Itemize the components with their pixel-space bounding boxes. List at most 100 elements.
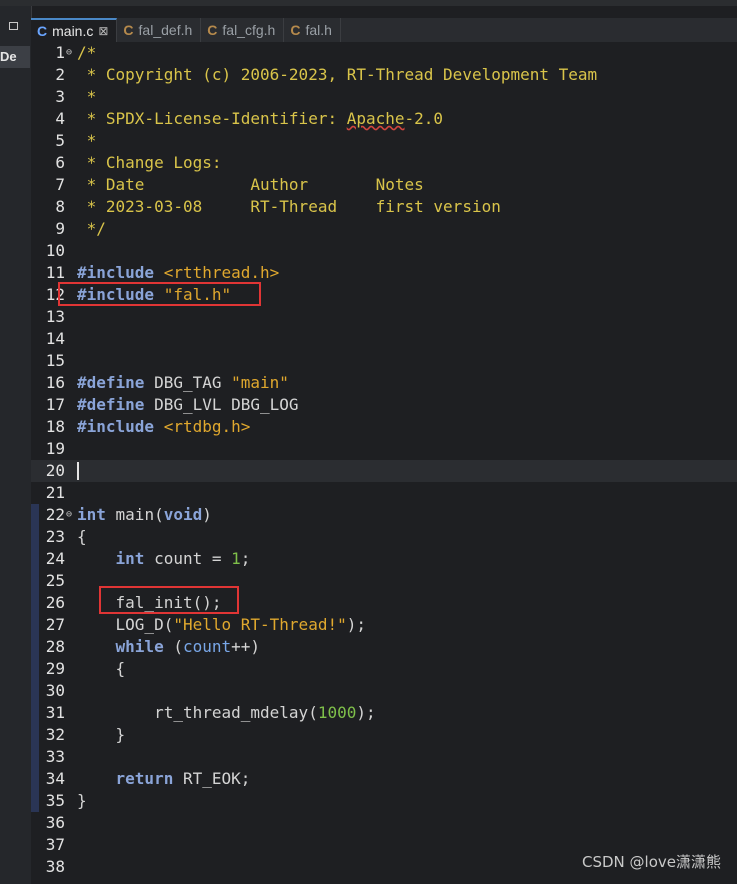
code-line[interactable]: 21: [31, 482, 737, 504]
code-text: }: [77, 791, 87, 810]
line-number: 32: [45, 725, 65, 744]
tab-main-c[interactable]: Cmain.c ⊠: [31, 18, 118, 42]
code-line[interactable]: 20: [31, 460, 737, 482]
code-line[interactable]: 4 * SPDX-License-Identifier: Apache-2.0: [31, 108, 737, 130]
line-number: 20: [45, 461, 65, 480]
code-line[interactable]: 1 ⊖ /*: [31, 42, 737, 64]
code-line[interactable]: 10: [31, 240, 737, 262]
line-number: 1: [55, 43, 65, 62]
line-number: 11: [45, 263, 65, 282]
tab-label: main.c: [52, 23, 94, 39]
code-line[interactable]: 24 int count = 1;: [31, 548, 737, 570]
code-line[interactable]: 22 ⊖ int main(void): [31, 504, 737, 526]
fold-icon[interactable]: ⊖: [66, 504, 72, 526]
minimize-icon[interactable]: [9, 22, 18, 30]
line-number: 37: [45, 835, 65, 854]
code-text: * SPDX-License-Identifier: Apache-2.0: [77, 109, 444, 128]
tab-fal_def-h[interactable]: Cfal_def.h: [117, 18, 202, 42]
line-number: 4: [55, 109, 65, 128]
watermark: CSDN @love潇潇熊: [582, 853, 721, 871]
code-line[interactable]: 31 rt_thread_mdelay(1000);: [31, 702, 737, 724]
code-text: */: [77, 219, 106, 238]
code-line[interactable]: 13: [31, 306, 737, 328]
code-text: #include <rtdbg.h>: [77, 417, 251, 436]
tab-label: fal.h: [305, 22, 332, 38]
code-text: * Date Author Notes: [77, 175, 424, 194]
code-editor[interactable]: 1 ⊖/* 2 * Copyright (c) 2006-2023, RT-Thre…: [31, 42, 737, 884]
code-line[interactable]: 29 {: [31, 658, 737, 680]
c-file-icon: C: [37, 23, 48, 39]
code-line[interactable]: 3 *: [31, 86, 737, 108]
line-number: 8: [55, 197, 65, 216]
left-panel: De: [0, 6, 32, 884]
panel-label[interactable]: De: [0, 46, 30, 68]
line-number: 31: [45, 703, 65, 722]
code-text: * Change Logs:: [77, 153, 222, 172]
tab-label: fal_cfg.h: [222, 22, 276, 38]
line-number: 34: [45, 769, 65, 788]
line-number: 16: [45, 373, 65, 392]
editor-tabs: Cmain.c ⊠ Cfal_def.h Cfal_cfg.h Cfal.h: [31, 18, 737, 42]
code-text: #include <rtthread.h>: [77, 263, 280, 282]
code-line[interactable]: 19: [31, 438, 737, 460]
code-line[interactable]: 34 return RT_EOK;: [31, 768, 737, 790]
c-file-icon: C: [207, 22, 218, 38]
code-text: #define DBG_LVL DBG_LOG: [77, 395, 299, 414]
code-line[interactable]: 33: [31, 746, 737, 768]
line-number: 33: [45, 747, 65, 766]
line-number: 38: [45, 857, 65, 876]
line-number: 2: [55, 65, 65, 84]
code-text: while (count++): [115, 637, 261, 656]
code-text: LOG_D("Hello RT-Thread!");: [77, 615, 366, 634]
code-line[interactable]: 6 * Change Logs:: [31, 152, 737, 174]
line-number: 6: [55, 153, 65, 172]
code-line[interactable]: 23 {: [31, 526, 737, 548]
code-line[interactable]: 16 #define DBG_TAG "main": [31, 372, 737, 394]
code-line[interactable]: 7 * Date Author Notes: [31, 174, 737, 196]
code-text: int main(void): [77, 505, 212, 524]
code-text: #define DBG_TAG "main": [77, 373, 289, 392]
code-line[interactable]: 9 */: [31, 218, 737, 240]
code-line[interactable]: 30: [31, 680, 737, 702]
code-line[interactable]: 17 #define DBG_LVL DBG_LOG: [31, 394, 737, 416]
code-line[interactable]: 15: [31, 350, 737, 372]
code-line[interactable]: 8 * 2023-03-08 RT-Thread first version: [31, 196, 737, 218]
text-caret: [77, 462, 79, 480]
tab-fal-h[interactable]: Cfal.h: [284, 18, 341, 42]
c-file-icon: C: [123, 22, 134, 38]
line-number: 24: [45, 549, 65, 568]
tab-fal_cfg-h[interactable]: Cfal_cfg.h: [201, 18, 285, 42]
code-line[interactable]: 18 #include <rtdbg.h>: [31, 416, 737, 438]
code-text: /*: [77, 43, 97, 62]
code-line[interactable]: 36: [31, 812, 737, 834]
line-number: 36: [45, 813, 65, 832]
close-tab-icon[interactable]: ⊠: [98, 24, 108, 38]
line-number: 30: [45, 681, 65, 700]
code-line[interactable]: 32 }: [31, 724, 737, 746]
code-line[interactable]: 5 *: [31, 130, 737, 152]
line-number: 3: [55, 87, 65, 106]
code-line[interactable]: 2 * Copyright (c) 2006-2023, RT-Thread D…: [31, 64, 737, 86]
line-number: 10: [45, 241, 65, 260]
line-number: 15: [45, 351, 65, 370]
line-number: 27: [45, 615, 65, 634]
code-text: {: [77, 659, 126, 678]
code-text: }: [77, 725, 126, 744]
code-line[interactable]: 35}: [31, 790, 737, 812]
line-number: 28: [45, 637, 65, 656]
code-line[interactable]: 28 while (count++): [31, 636, 737, 658]
line-number: 19: [45, 439, 65, 458]
code-text: rt_thread_mdelay(1000);: [77, 703, 376, 722]
code-text: * 2023-03-08 RT-Thread first version: [77, 197, 501, 216]
code-text: {: [77, 527, 87, 546]
code-line[interactable]: 11 #include <rtthread.h>: [31, 262, 737, 284]
code-line[interactable]: 27 LOG_D("Hello RT-Thread!");: [31, 614, 737, 636]
line-number: 25: [45, 571, 65, 590]
fold-icon[interactable]: ⊖: [66, 42, 72, 64]
code-text: * Copyright (c) 2006-2023, RT-Thread Dev…: [77, 65, 598, 84]
code-line[interactable]: 14: [31, 328, 737, 350]
include-highlight-box: [58, 282, 261, 306]
line-number: 9: [55, 219, 65, 238]
line-number: 35: [45, 791, 65, 810]
line-number: 29: [45, 659, 65, 678]
